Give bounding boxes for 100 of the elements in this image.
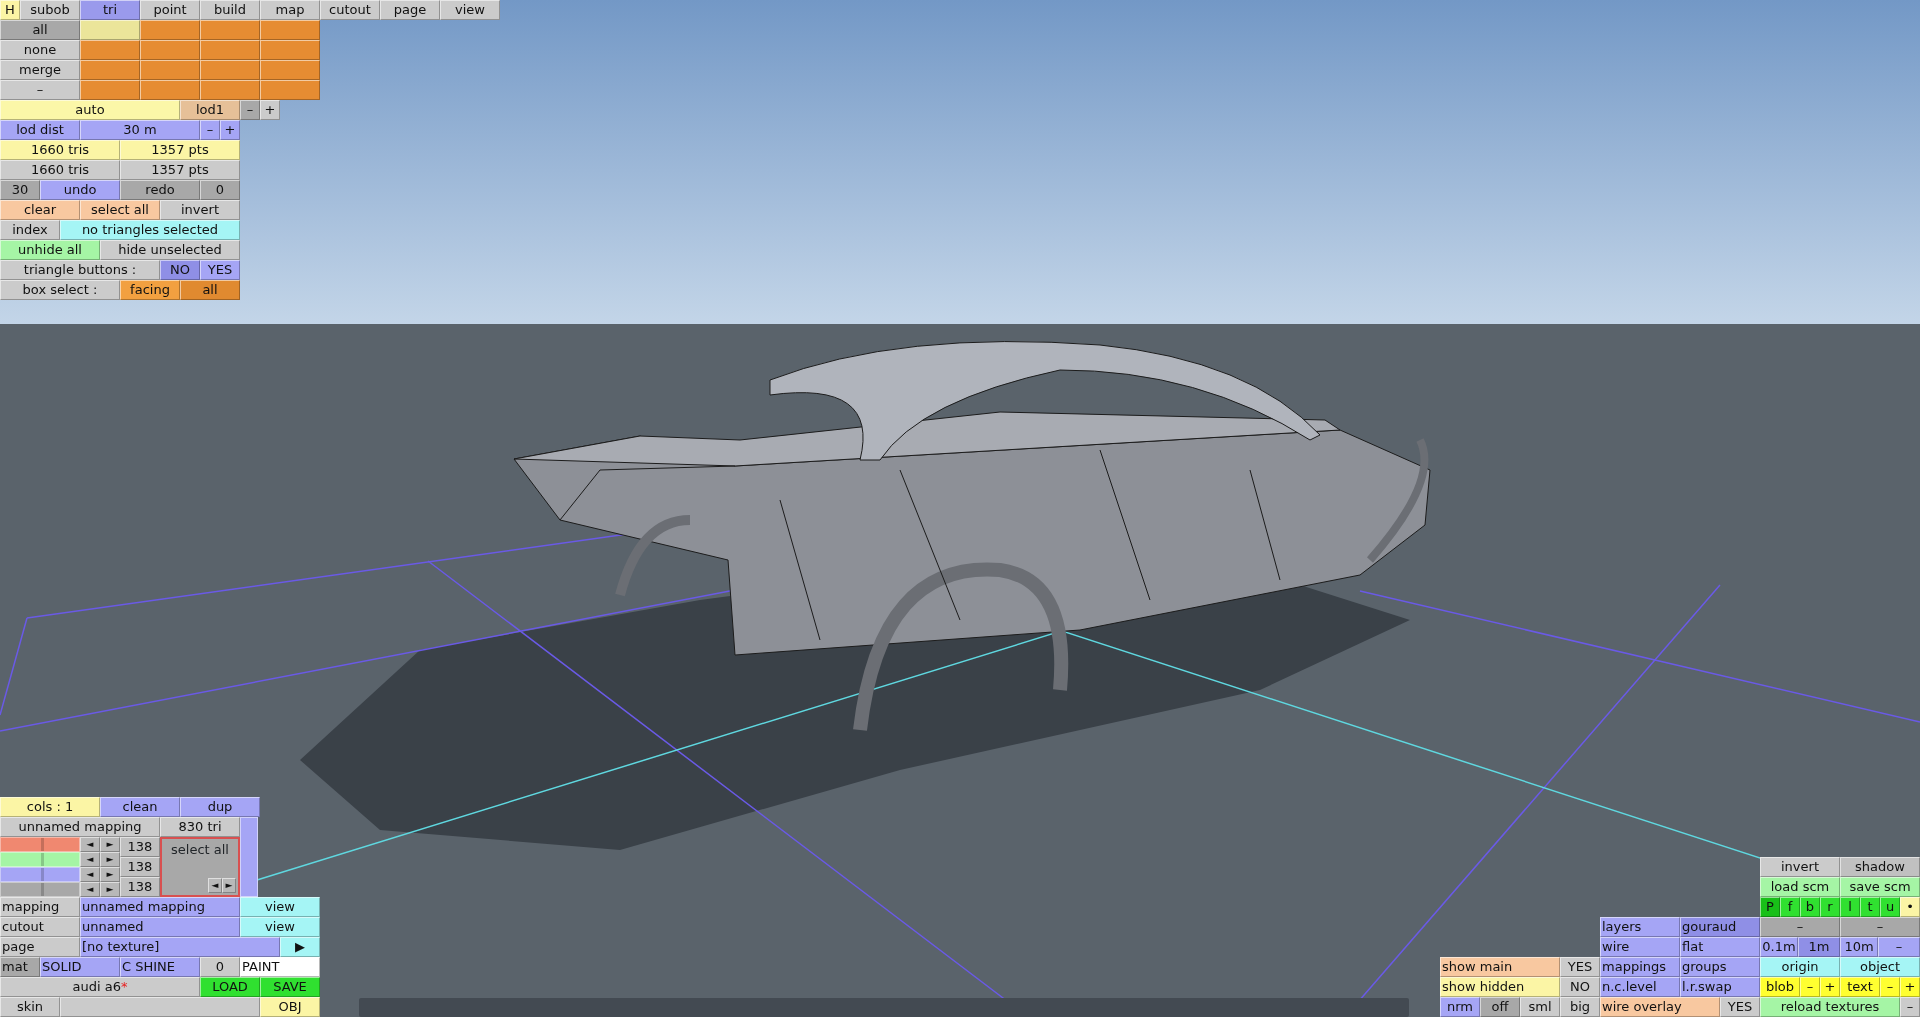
tool-button[interactable]: ▶ xyxy=(280,937,320,957)
tool-button[interactable]: NO xyxy=(1560,977,1600,997)
tool-button[interactable]: 10m xyxy=(1840,937,1878,957)
tool-button[interactable]: origin xyxy=(1760,957,1840,977)
tool-button[interactable]: – xyxy=(1760,917,1840,937)
tool-button[interactable]: unnamed mapping xyxy=(80,897,240,917)
right-arrow-button[interactable]: ► xyxy=(100,852,120,867)
tool-button[interactable]: none xyxy=(0,40,80,60)
tool-button[interactable]: – xyxy=(1840,917,1920,937)
right-arrow-button[interactable]: ► xyxy=(100,882,120,897)
tool-button[interactable]: facing xyxy=(120,280,180,300)
tool-button[interactable]: view xyxy=(240,897,320,917)
tool-button[interactable]: gouraud xyxy=(1680,917,1760,937)
mode-tab[interactable]: subob xyxy=(20,0,80,20)
tool-button[interactable]: – xyxy=(240,100,260,120)
tool-button[interactable]: [no texture] xyxy=(80,937,280,957)
tool-button[interactable]: no triangles selected xyxy=(60,220,240,240)
slot-button[interactable] xyxy=(260,60,320,80)
color-slider[interactable] xyxy=(0,852,80,867)
slot-button[interactable] xyxy=(260,40,320,60)
tool-button[interactable]: save scm xyxy=(1840,877,1920,897)
slot-button[interactable] xyxy=(200,60,260,80)
tool-button[interactable]: page xyxy=(0,937,80,957)
tool-button[interactable]: hide unselected xyxy=(100,240,240,260)
tool-button[interactable]: – xyxy=(1900,997,1920,1017)
tool-button[interactable]: clear xyxy=(0,200,80,220)
tool-button[interactable]: PAINT xyxy=(240,957,320,977)
tool-button[interactable]: 0 xyxy=(200,180,240,200)
tool-button[interactable]: • xyxy=(1900,897,1920,917)
slot-button[interactable] xyxy=(200,40,260,60)
select-all-label[interactable]: select all xyxy=(171,842,229,857)
tool-button[interactable]: mapping xyxy=(0,897,80,917)
tool-button[interactable]: wire overlay xyxy=(1600,997,1720,1017)
tool-button[interactable]: 1357 pts xyxy=(120,140,240,160)
tool-button[interactable]: wire xyxy=(1600,937,1680,957)
tool-button[interactable]: C SHINE xyxy=(120,957,200,977)
right-arrow-button[interactable]: ► xyxy=(100,867,120,882)
tool-button[interactable]: off xyxy=(1480,997,1520,1017)
tool-button[interactable]: u xyxy=(1880,897,1900,917)
tool-button[interactable]: flat xyxy=(1680,937,1760,957)
tool-button[interactable]: merge xyxy=(0,60,80,80)
tool-button[interactable]: l xyxy=(1840,897,1860,917)
tool-button[interactable]: clean xyxy=(100,797,180,817)
slider-thumb[interactable] xyxy=(41,868,45,881)
tool-button[interactable]: skin xyxy=(0,997,60,1017)
left-arrow-button[interactable]: ◄ xyxy=(80,837,100,852)
slot-button[interactable] xyxy=(80,20,140,40)
tool-button[interactable]: box select : xyxy=(0,280,120,300)
tool-button[interactable]: OBJ xyxy=(260,997,320,1017)
right-arrow-button[interactable]: ► xyxy=(100,837,120,852)
slot-button[interactable] xyxy=(140,80,200,100)
slot-button[interactable] xyxy=(200,80,260,100)
tool-button[interactable]: + xyxy=(220,120,240,140)
tool-button[interactable]: invert xyxy=(1760,857,1840,877)
tool-button[interactable]: cols : 1 xyxy=(0,797,100,817)
tool-button[interactable]: text xyxy=(1840,977,1880,997)
tool-button[interactable]: show hidden xyxy=(1440,977,1560,997)
tool-button[interactable]: 1660 tris xyxy=(0,160,120,180)
tool-button[interactable]: select all xyxy=(80,200,160,220)
tool-button[interactable]: view xyxy=(240,917,320,937)
mode-tab[interactable]: tri xyxy=(80,0,140,20)
tool-button[interactable]: f xyxy=(1780,897,1800,917)
tool-button[interactable]: – xyxy=(200,120,220,140)
tool-button[interactable]: groups xyxy=(1680,957,1760,977)
tool-button[interactable]: auto xyxy=(0,100,180,120)
mode-tab[interactable]: page xyxy=(380,0,440,20)
tool-button[interactable]: SAVE xyxy=(260,977,320,997)
tool-button[interactable]: 0 xyxy=(200,957,240,977)
left-arrow-button[interactable]: ◄ xyxy=(80,882,100,897)
tool-button[interactable]: redo xyxy=(120,180,200,200)
tool-button[interactable]: r xyxy=(1820,897,1840,917)
tool-button[interactable]: nrm xyxy=(1440,997,1480,1017)
tool-button[interactable]: YES xyxy=(200,260,240,280)
left-arrow-button[interactable]: ◄ xyxy=(80,852,100,867)
tool-button[interactable]: big xyxy=(1560,997,1600,1017)
tool-button[interactable]: – xyxy=(1880,977,1900,997)
mode-tab[interactable]: H xyxy=(0,0,20,20)
tool-button[interactable]: l.r.swap xyxy=(1680,977,1760,997)
tool-button[interactable]: audi a6* xyxy=(0,977,200,997)
tool-button[interactable]: sml xyxy=(1520,997,1560,1017)
mode-tab[interactable]: view xyxy=(440,0,500,20)
right-arrow-button[interactable]: ► xyxy=(222,878,236,893)
tool-button[interactable]: n.c.level xyxy=(1600,977,1680,997)
scrollbar[interactable] xyxy=(240,817,258,897)
mode-tab[interactable]: cutout xyxy=(320,0,380,20)
slot-button[interactable] xyxy=(140,60,200,80)
mode-tab[interactable]: map xyxy=(260,0,320,20)
tool-button[interactable]: LOAD xyxy=(200,977,260,997)
tool-button[interactable]: unnamed mapping xyxy=(0,817,160,837)
tool-button[interactable]: layers xyxy=(1600,917,1680,937)
tool-button[interactable]: lod dist xyxy=(0,120,80,140)
tool-button[interactable]: + xyxy=(1900,977,1920,997)
tool-button[interactable]: SOLID xyxy=(40,957,120,977)
slot-button[interactable] xyxy=(140,20,200,40)
color-slider[interactable] xyxy=(0,837,80,852)
tool-button[interactable]: t xyxy=(1860,897,1880,917)
slot-button[interactable] xyxy=(200,20,260,40)
slot-button[interactable] xyxy=(80,60,140,80)
tool-button[interactable]: lod1 xyxy=(180,100,240,120)
left-arrow-button[interactable]: ◄ xyxy=(80,867,100,882)
